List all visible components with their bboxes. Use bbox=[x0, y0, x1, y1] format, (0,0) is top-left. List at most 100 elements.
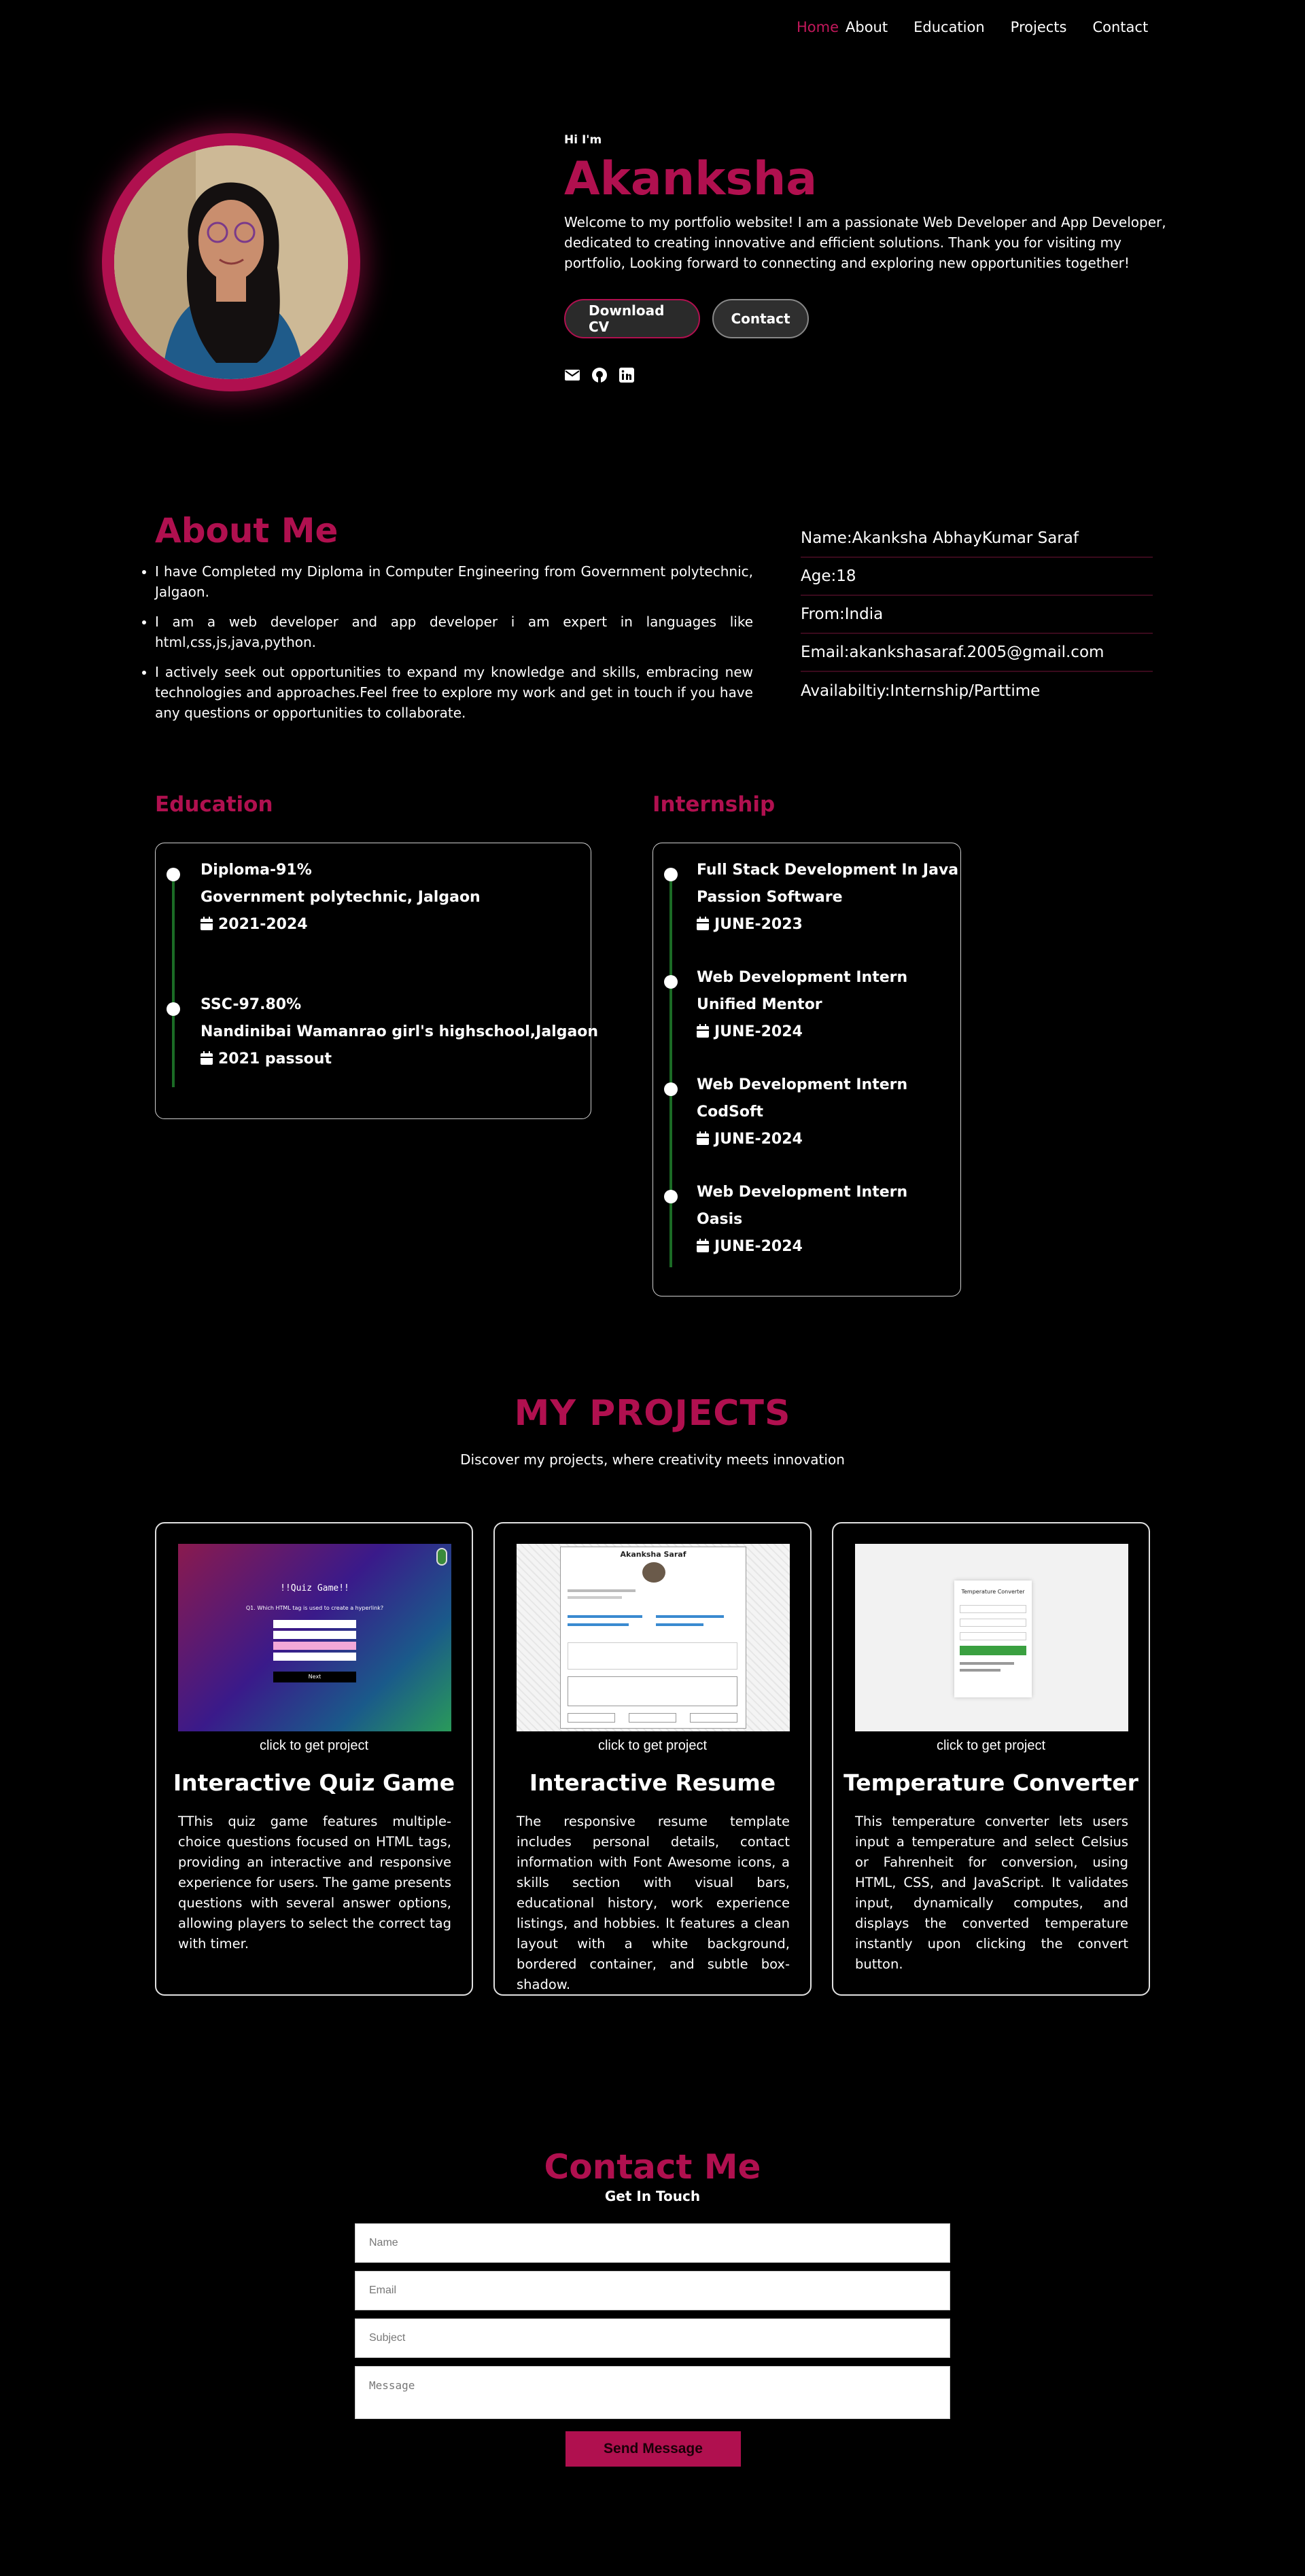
linkedin-icon[interactable] bbox=[619, 367, 635, 383]
education-date-text: 2021-2024 bbox=[218, 916, 308, 933]
internship-item-title: Full Stack Development In Java bbox=[697, 862, 959, 879]
internship-item: Full Stack Development In Java Passion S… bbox=[697, 857, 958, 938]
quiz-thumb-next: Next bbox=[273, 1672, 356, 1682]
profile-photo-ring bbox=[102, 133, 360, 391]
internship-item: Web Development Intern CodSoft JUNE-2024 bbox=[697, 1072, 907, 1153]
about-bullet: I have Completed my Diploma in Computer … bbox=[155, 561, 753, 602]
message-textarea[interactable]: Message bbox=[355, 2366, 950, 2419]
about-title: About Me bbox=[155, 511, 338, 550]
project-description: TThis quiz game features multiple-choice… bbox=[178, 1814, 451, 1952]
education-item: SSC-97.80% Nandinibai Wamanrao girl's hi… bbox=[201, 991, 598, 1073]
envelope-icon[interactable] bbox=[564, 367, 580, 383]
project-card-temperature: Temperature Converter click to get proje… bbox=[832, 1522, 1150, 1996]
internship-item-date: JUNE-2023 bbox=[697, 911, 958, 938]
project-description: This temperature converter lets users in… bbox=[855, 1814, 1128, 1972]
about-list: I have Completed my Diploma in Computer … bbox=[155, 561, 753, 733]
top-nav: Home About Education Projects Contact bbox=[797, 19, 1174, 35]
calendar-icon bbox=[201, 1051, 213, 1065]
hero-name: Akanksha bbox=[564, 152, 818, 206]
nav-home[interactable]: Home bbox=[797, 19, 839, 35]
internship-item-title: Web Development Intern bbox=[697, 1076, 908, 1093]
timeline-line bbox=[172, 873, 175, 1087]
internship-item-title: Web Development Intern bbox=[697, 969, 908, 986]
education-item-date: 2021 passout bbox=[201, 1046, 598, 1073]
calendar-icon bbox=[697, 1024, 709, 1038]
project-card-quiz: !!Quiz Game!! Q1. Which HTML tag is used… bbox=[155, 1522, 473, 1996]
internship-item-place: Oasis bbox=[697, 1211, 743, 1228]
send-message-button[interactable]: Send Message bbox=[566, 2431, 741, 2467]
project-thumbnail[interactable]: Akanksha Saraf bbox=[517, 1544, 790, 1731]
calendar-icon bbox=[201, 917, 213, 930]
email-input[interactable]: Email bbox=[355, 2271, 950, 2310]
internship-item-place: Unified Mentor bbox=[697, 996, 822, 1013]
internship-item-place: CodSoft bbox=[697, 1104, 764, 1121]
internship-date-text: JUNE-2023 bbox=[714, 916, 803, 933]
quiz-thumb-heading: !!Quiz Game!! bbox=[280, 1583, 349, 1593]
timeline-dot bbox=[664, 975, 678, 989]
contact-subtitle: Get In Touch bbox=[604, 2188, 701, 2204]
projects-title: MY PROJECTS bbox=[514, 1393, 791, 1434]
internship-item-date: JUNE-2024 bbox=[697, 1233, 907, 1260]
timeline-dot bbox=[167, 1002, 180, 1016]
project-description: The responsive resume template includes … bbox=[517, 1814, 790, 1992]
profile-photo bbox=[114, 145, 348, 379]
profile-photo-art bbox=[114, 145, 348, 379]
internship-item-date: JUNE-2024 bbox=[697, 1019, 907, 1046]
contact-button[interactable]: Contact bbox=[712, 299, 809, 338]
internship-item: Web Development Intern Oasis JUNE-2024 bbox=[697, 1179, 907, 1260]
quiz-thumb-question: Q1. Which HTML tag is used to create a h… bbox=[245, 1605, 384, 1611]
timer-badge bbox=[436, 1548, 447, 1566]
github-icon[interactable] bbox=[591, 367, 608, 383]
about-bullet: I actively seek out opportunities to exp… bbox=[155, 662, 753, 723]
nav-projects[interactable]: Projects bbox=[1011, 19, 1067, 35]
project-link[interactable]: click to get project bbox=[833, 1738, 1149, 1754]
nav-education[interactable]: Education bbox=[914, 19, 985, 35]
name-input[interactable]: Name bbox=[355, 2223, 950, 2263]
project-thumbnail[interactable]: Temperature Converter bbox=[855, 1544, 1128, 1731]
timeline-dot bbox=[167, 868, 180, 881]
hero-section: Hi I'm Akanksha Welcome to my portfolio … bbox=[564, 133, 1176, 383]
education-item: Diploma-91% Government polytechnic, Jalg… bbox=[201, 857, 481, 938]
temp-thumb-heading: Temperature Converter bbox=[961, 1589, 1025, 1595]
education-timeline: Diploma-91% Government polytechnic, Jalg… bbox=[155, 843, 598, 1119]
timeline-dot bbox=[664, 1190, 678, 1203]
subject-input[interactable]: Subject bbox=[355, 2318, 950, 2358]
info-name: Name:Akanksha AbhayKumar Saraf bbox=[801, 520, 1153, 558]
download-cv-button[interactable]: Download CV bbox=[564, 299, 700, 338]
about-bullet: I am a web developer and app developer i… bbox=[155, 612, 753, 652]
info-email: Email:akankshasaraf.2005@gmail.com bbox=[801, 634, 1153, 672]
project-title: Interactive Quiz Game bbox=[173, 1769, 455, 1796]
hero-greeting: Hi I'm bbox=[564, 133, 602, 147]
info-age: Age:18 bbox=[801, 558, 1153, 596]
info-from: From:India bbox=[801, 596, 1153, 634]
timeline-dot bbox=[664, 868, 678, 881]
internship-item-title: Web Development Intern bbox=[697, 1184, 908, 1201]
education-item-place: Nandinibai Wamanrao girl's highschool,Ja… bbox=[201, 1023, 599, 1040]
education-date-text: 2021 passout bbox=[218, 1051, 332, 1068]
hero-description: Welcome to my portfolio website! I am a … bbox=[564, 214, 1166, 271]
contact-title: Contact Me bbox=[544, 2147, 761, 2187]
project-link[interactable]: click to get project bbox=[495, 1738, 810, 1754]
project-link[interactable]: click to get project bbox=[156, 1738, 472, 1754]
timeline-line bbox=[669, 873, 672, 1267]
projects-subtitle: Discover my projects, where creativity m… bbox=[460, 1451, 845, 1468]
internship-item-date: JUNE-2024 bbox=[697, 1126, 907, 1153]
social-links bbox=[564, 367, 1176, 383]
timeline-dot bbox=[664, 1082, 678, 1096]
internship-date-text: JUNE-2024 bbox=[714, 1023, 803, 1040]
project-title: Temperature Converter bbox=[843, 1769, 1138, 1796]
project-title: Interactive Resume bbox=[529, 1769, 776, 1796]
education-title: Education bbox=[155, 792, 273, 817]
education-item-title: SSC-97.80% bbox=[201, 996, 302, 1013]
education-item-date: 2021-2024 bbox=[201, 911, 481, 938]
internship-item: Web Development Intern Unified Mentor JU… bbox=[697, 964, 907, 1046]
calendar-icon bbox=[697, 917, 709, 930]
nav-about[interactable]: About bbox=[846, 19, 888, 35]
nav-contact[interactable]: Contact bbox=[1092, 19, 1148, 35]
resume-thumb-heading: Akanksha Saraf bbox=[620, 1550, 686, 1559]
project-thumbnail[interactable]: !!Quiz Game!! Q1. Which HTML tag is used… bbox=[178, 1544, 451, 1731]
calendar-icon bbox=[697, 1131, 709, 1145]
internship-item-place: Passion Software bbox=[697, 889, 843, 906]
internship-timeline: Full Stack Development In Java Passion S… bbox=[652, 843, 961, 1296]
education-item-title: Diploma-91% bbox=[201, 862, 312, 879]
